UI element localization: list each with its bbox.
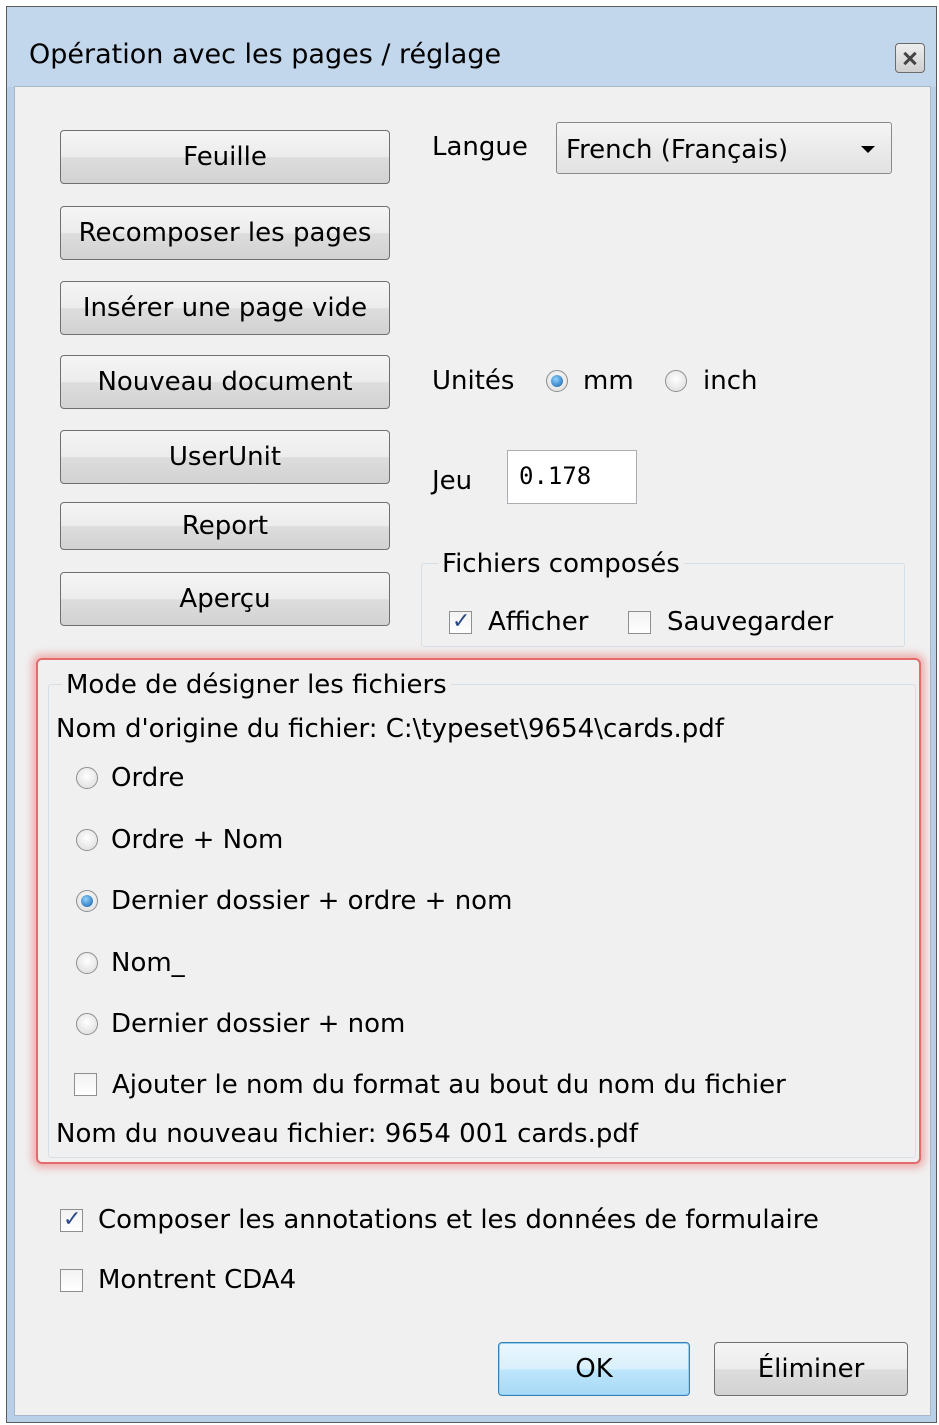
save-composed-label[interactable]: Sauvegarder [667,607,833,637]
compose-annotations-label[interactable]: Composer les annotations et les données … [98,1205,819,1235]
mode-lastfolder-name-label[interactable]: Dernier dossier + nom [111,1009,405,1039]
mode-order-label[interactable]: Ordre [111,763,184,793]
language-select[interactable]: French (Français) [556,122,892,174]
append-format-label[interactable]: Ajouter le nom du format au bout du nom … [112,1070,786,1100]
save-composed-checkbox[interactable] [628,611,651,634]
chevron-down-icon [861,146,875,153]
new-document-button[interactable]: Nouveau document [60,355,390,409]
preview-button[interactable]: Aperçu [60,572,390,626]
show-composed-checkbox[interactable] [449,609,472,634]
original-filename-text: Nom d'origine du fichier: C:\typeset\965… [56,714,724,744]
title-bar[interactable]: Opération avec les pages / réglage [7,7,936,87]
compose-annotations-checkbox[interactable] [60,1207,83,1232]
append-format-checkbox[interactable] [74,1073,97,1096]
ok-button-label: OK [575,1354,613,1384]
ok-button[interactable]: OK [498,1342,690,1396]
recompose-pages-button-label: Recomposer les pages [78,218,372,248]
jeu-input[interactable]: 0.178 [507,450,637,504]
units-mm-radio[interactable] [546,370,568,392]
units-inch-label[interactable]: inch [703,366,757,396]
mode-lastfolder-order-name-label[interactable]: Dernier dossier + ordre + nom [111,886,512,916]
feuille-button[interactable]: Feuille [60,130,390,184]
userunit-button[interactable]: UserUnit [60,430,390,484]
mode-order-name-label[interactable]: Ordre + Nom [111,825,283,855]
report-button-label: Report [181,511,269,541]
show-composed-label[interactable]: Afficher [488,607,588,637]
insert-blank-page-button[interactable]: Insérer une page vide [60,281,390,335]
cancel-button-label: Éliminer [757,1354,865,1384]
mode-name-radio[interactable] [76,952,98,974]
recompose-pages-button[interactable]: Recomposer les pages [60,206,390,260]
mode-order-name-radio[interactable] [76,829,98,851]
show-cda4-checkbox[interactable] [60,1269,83,1292]
mode-lastfolder-name-radio[interactable] [76,1013,98,1035]
insert-blank-page-button-label: Insérer une page vide [82,293,368,323]
language-select-value: French (Français) [566,135,789,165]
show-cda4-label[interactable]: Montrent CDA4 [98,1265,296,1295]
units-mm-label[interactable]: mm [583,366,634,396]
mode-lastfolder-order-name-radio[interactable] [76,890,98,912]
jeu-label: Jeu [432,466,473,496]
cancel-button[interactable]: Éliminer [714,1342,908,1396]
close-icon[interactable] [895,43,925,73]
naming-mode-title: Mode de désigner les fichiers [62,670,451,700]
new-filename-text: Nom du nouveau fichier: 9654 001 cards.p… [56,1119,639,1149]
mode-name-label[interactable]: Nom_ [111,948,185,978]
window-title: Opération avec les pages / réglage [29,39,502,70]
mode-order-radio[interactable] [76,767,98,789]
new-document-button-label: Nouveau document [97,367,353,397]
language-label: Langue [432,132,528,162]
feuille-button-label: Feuille [183,142,267,172]
composed-files-title: Fichiers composés [438,549,684,579]
report-button[interactable]: Report [60,502,390,550]
userunit-button-label: UserUnit [168,442,282,472]
jeu-input-value: 0.178 [519,462,592,490]
units-inch-radio[interactable] [665,370,687,392]
units-label: Unités [432,366,515,396]
preview-button-label: Aperçu [179,584,271,614]
